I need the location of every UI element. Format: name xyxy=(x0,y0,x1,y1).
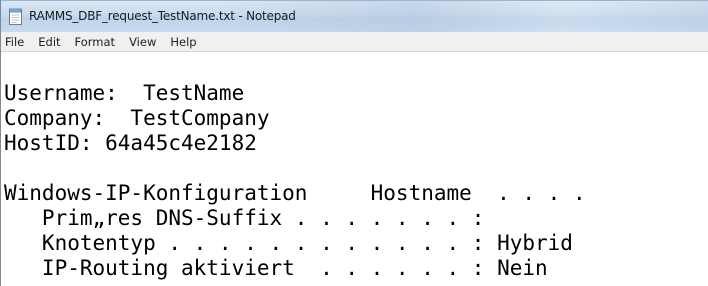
text-line-company: Company: TestCompany xyxy=(4,106,270,130)
notepad-icon xyxy=(9,8,22,25)
menu-help[interactable]: Help xyxy=(163,35,203,49)
menu-view[interactable]: View xyxy=(122,35,163,49)
text-line-username: Username: TestName xyxy=(4,81,245,105)
title-bar[interactable]: RAMMS_DBF_request_TestName.txt - Notepad xyxy=(1,0,708,33)
text-line-hostid: HostID: 64a45c4e2182 xyxy=(4,131,257,155)
text-editor[interactable]: Username: TestName Company: TestCompany … xyxy=(1,52,708,286)
window-title: RAMMS_DBF_request_TestName.txt - Notepad xyxy=(29,9,296,23)
text-line-ip-routing: IP-Routing aktiviert . . . . . . : Nein xyxy=(4,256,548,280)
menu-bar: File Edit Format View Help xyxy=(1,32,708,52)
text-line-ip-config: Windows-IP-Konfiguration Hostname . . . … xyxy=(4,181,586,205)
menu-file[interactable]: File xyxy=(1,35,31,49)
text-line-dns-suffix: Prim„res DNS-Suffix . . . . . . . : xyxy=(4,206,485,230)
menu-format[interactable]: Format xyxy=(68,35,123,49)
menu-edit[interactable]: Edit xyxy=(31,35,67,49)
text-line-node-type: Knotentyp . . . . . . . . . . . . : Hybr… xyxy=(4,231,573,255)
notepad-window: RAMMS_DBF_request_TestName.txt - Notepad… xyxy=(0,0,708,286)
